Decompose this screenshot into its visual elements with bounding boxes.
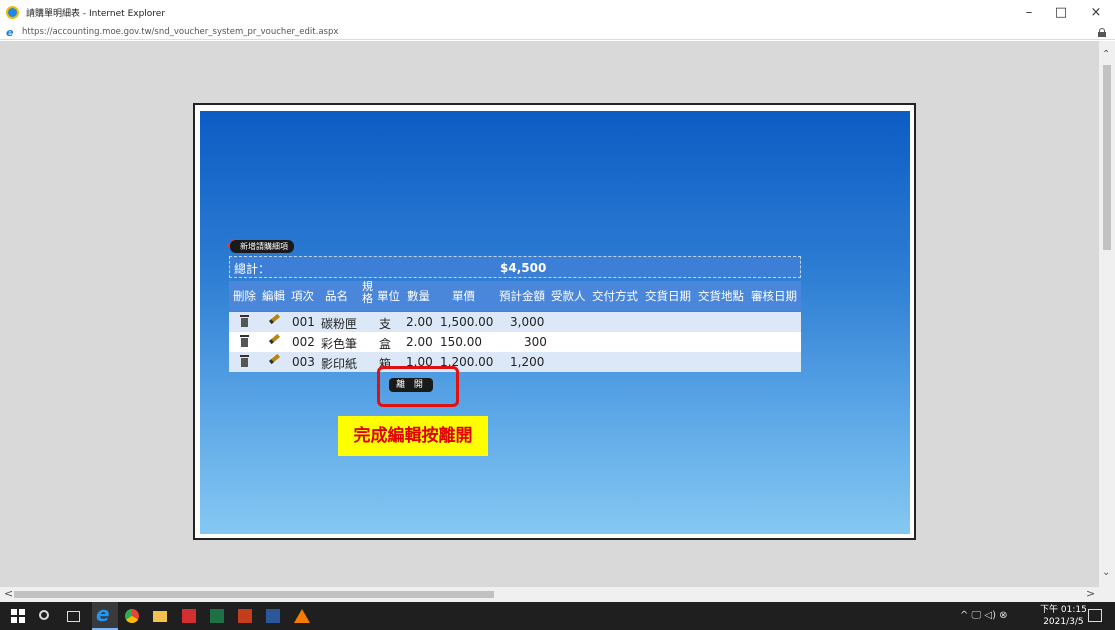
highlight-annotation (377, 366, 459, 407)
instruction-note: 完成編輯按離開 (338, 416, 488, 456)
system-tray-icons[interactable]: ^ 🖵 ◁) ⊗ (960, 610, 1008, 621)
maximize-button[interactable]: □ (1047, 4, 1075, 22)
scroll-left-arrow-icon[interactable]: < (4, 587, 13, 600)
cell-item-no: 003 (292, 355, 315, 369)
header-delivery-date: 交貨日期 (645, 289, 691, 303)
header-price: 單價 (452, 289, 475, 303)
lock-icon (1098, 28, 1106, 37)
header-item-no: 項次 (291, 289, 314, 303)
title-bar: 請購單明細表 - Internet Explorer – □ × (0, 0, 1115, 26)
cell-name: 影印紙 (321, 357, 358, 371)
cell-qty: 2.00 (406, 315, 433, 329)
pencil-icon[interactable] (269, 353, 280, 365)
scroll-right-arrow-icon[interactable]: > (1086, 587, 1095, 600)
ie-page-icon: e (6, 26, 14, 39)
add-item-button[interactable]: 新增請購細項 (230, 240, 294, 253)
horizontal-scroll-thumb[interactable] (14, 591, 494, 598)
header-payee: 受款人 (551, 289, 586, 303)
scroll-down-arrow-icon[interactable]: ⌄ (1102, 567, 1110, 578)
header-unit: 單位 (377, 289, 400, 303)
cell-unit: 支 (379, 317, 392, 331)
table-row: 003 影印紙 箱 1.00 1,200.00 1,200 (229, 352, 801, 372)
header-edit: 編輯 (262, 289, 285, 303)
header-delivery-method: 交付方式 (592, 289, 638, 303)
powerpoint-icon[interactable] (238, 609, 252, 623)
scroll-corner (1099, 587, 1115, 602)
cell-unit: 盒 (379, 337, 392, 351)
header-amount: 預計金額 (499, 289, 545, 303)
address-bar[interactable]: e https://accounting.moe.gov.tw/snd_vouc… (0, 26, 1115, 40)
vertical-scroll-thumb[interactable] (1103, 65, 1111, 250)
clock[interactable]: 下午 01:15 2021/3/5 (1040, 604, 1087, 628)
horizontal-scrollbar[interactable]: < > (0, 587, 1099, 602)
header-spec: 規格 (362, 280, 373, 305)
notification-icon[interactable] (1088, 609, 1102, 622)
taskbar: e ^ 🖵 ◁) ⊗ 下午 01:15 2021/3/5 (0, 602, 1115, 630)
ie-app-icon (6, 6, 19, 19)
header-name: 品名 (325, 289, 348, 303)
cell-price: 150.00 (440, 335, 482, 349)
excel-icon[interactable] (210, 609, 224, 623)
clock-time: 下午 01:15 (1040, 605, 1087, 615)
header-review-date: 審核日期 (751, 289, 797, 303)
pencil-icon[interactable] (269, 313, 280, 325)
cell-amount: 1,200 (510, 355, 545, 369)
trash-icon[interactable] (240, 355, 249, 367)
windows-start-icon[interactable] (11, 609, 25, 623)
acrobat-icon[interactable] (182, 609, 196, 623)
pencil-icon[interactable] (269, 333, 280, 345)
cell-item-no: 001 (292, 315, 315, 329)
table-header: 刪除 編輯 項次 品名 規格 單位 數量 單價 預計金額 受款人 交付方式 交貨… (229, 281, 801, 311)
close-window-button[interactable]: × (1082, 4, 1110, 22)
items-table-body: 001 碳粉匣 支 2.00 1,500.00 3,000 002 彩色筆 盒 … (229, 312, 801, 374)
word-icon[interactable] (266, 609, 280, 623)
cell-item-no: 002 (292, 335, 315, 349)
cell-name: 彩色筆 (321, 337, 358, 351)
scroll-up-arrow-icon[interactable]: ⌃ (1102, 49, 1110, 60)
cell-amount: 300 (524, 335, 547, 349)
cell-amount: 3,000 (510, 315, 545, 329)
task-view-icon[interactable] (67, 611, 80, 622)
header-delete: 刪除 (233, 289, 256, 303)
cell-name: 碳粉匣 (321, 317, 358, 331)
table-row: 001 碳粉匣 支 2.00 1,500.00 3,000 (229, 312, 801, 332)
file-explorer-icon[interactable] (153, 611, 167, 622)
cell-qty: 2.00 (406, 335, 433, 349)
clock-date: 2021/3/5 (1043, 617, 1084, 627)
table-row: 002 彩色筆 盒 2.00 150.00 300 (229, 332, 801, 352)
vlc-icon[interactable] (294, 609, 310, 623)
cell-price: 1,500.00 (440, 315, 494, 329)
url-text[interactable]: https://accounting.moe.gov.tw/snd_vouche… (22, 27, 338, 37)
trash-icon[interactable] (240, 335, 249, 347)
ie-taskbar-icon[interactable]: e (96, 603, 114, 625)
minimize-button[interactable]: – (1015, 4, 1043, 22)
total-value: $4,500 (500, 261, 547, 275)
total-row: 總計： $4,500 (229, 256, 801, 278)
window-title: 請購單明細表 - Internet Explorer (26, 9, 166, 19)
header-qty: 數量 (407, 289, 430, 303)
search-icon[interactable] (39, 610, 49, 620)
trash-icon[interactable] (240, 315, 249, 327)
vertical-scrollbar[interactable]: ⌃ ⌄ (1099, 41, 1115, 587)
total-label: 總計： (234, 262, 271, 276)
header-delivery-place: 交貨地點 (698, 289, 744, 303)
chrome-icon[interactable] (125, 609, 139, 623)
